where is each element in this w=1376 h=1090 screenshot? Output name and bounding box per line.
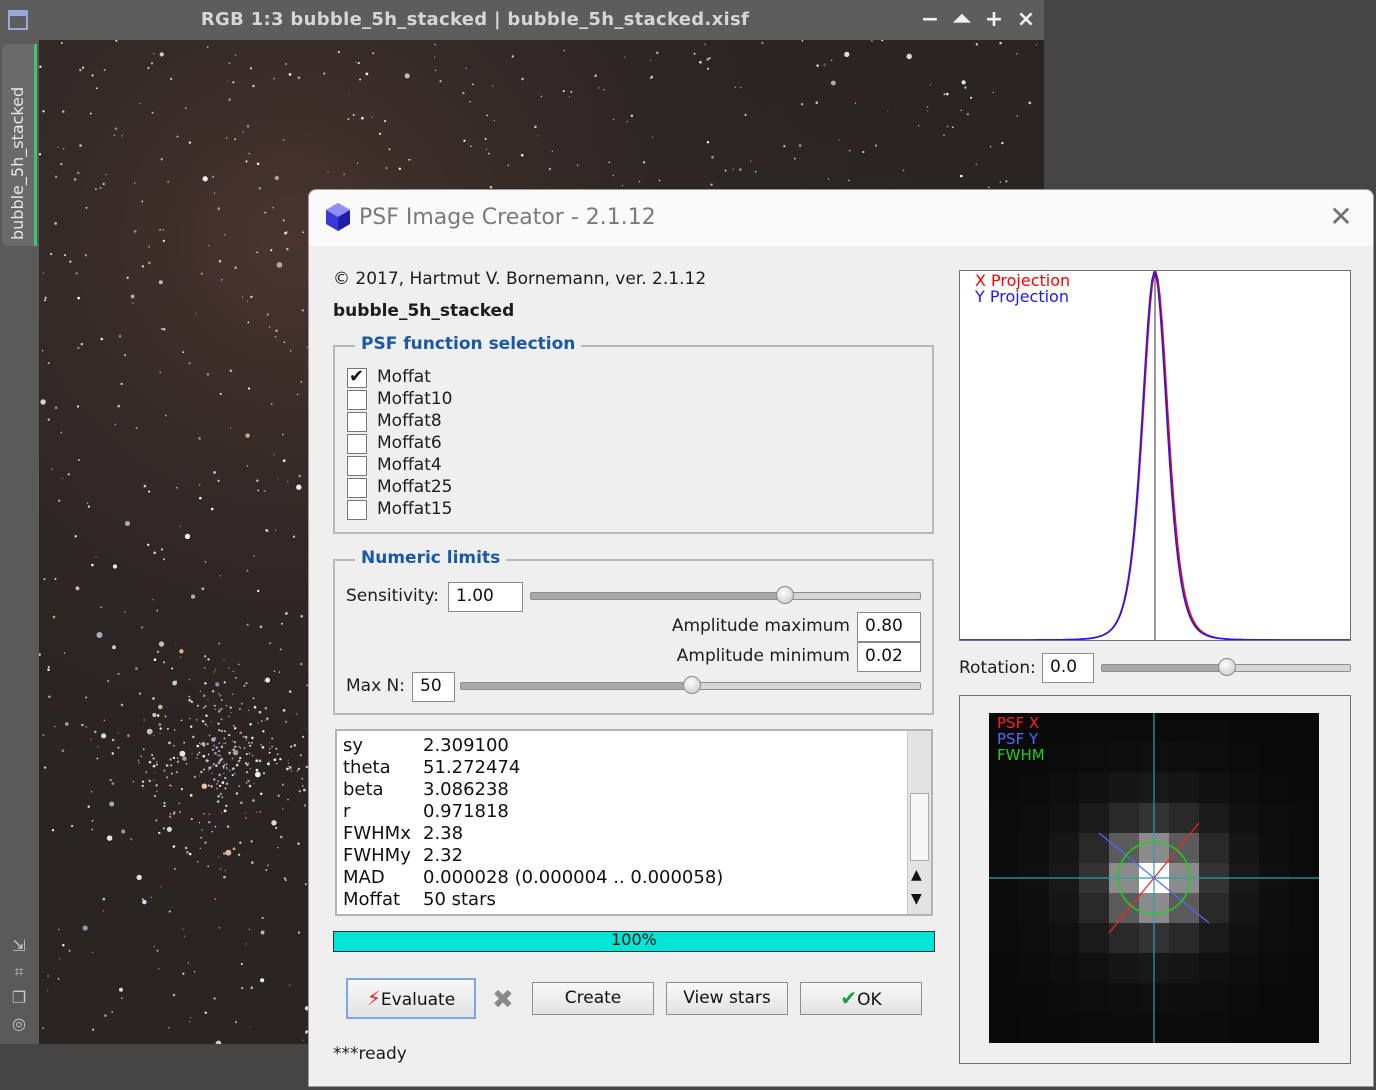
evaluate-button-label: Evaluate [380, 990, 456, 1010]
psf-option-label: Moffat15 [377, 499, 453, 519]
max-n-label: Max N: [346, 676, 405, 696]
psf-option-checkbox[interactable] [347, 500, 367, 520]
result-key: FWHMx [343, 823, 411, 844]
create-button[interactable]: Create [532, 982, 654, 1015]
progress-bar: 100% [333, 931, 935, 952]
results-scrollbar[interactable]: ▲ ▼ [907, 731, 931, 914]
psf-image-panel: PSF X PSF Y FWHM [959, 695, 1351, 1064]
max-n-slider-handle[interactable] [682, 676, 701, 694]
amplitude-maximum-field[interactable]: 0.80 [857, 612, 921, 642]
sensitivity-slider[interactable] [530, 586, 921, 604]
cross-icon[interactable]: ✖ [492, 985, 514, 1015]
psf-dialog: PSF Image Creator - 2.1.12 ✕ © 2017, Har… [308, 189, 1374, 1087]
psf-option-label: Moffat [377, 367, 431, 387]
maximize-icon[interactable]: + [982, 8, 1006, 32]
projection-plot: X Projection Y Projection [959, 270, 1351, 641]
minimize-icon[interactable]: − [918, 8, 942, 32]
rotation-field[interactable]: 0.0 [1042, 653, 1094, 683]
scroll-down-icon[interactable]: ▼ [911, 891, 922, 907]
ok-button-label: OK [857, 990, 882, 1010]
psf-option-label: Moffat8 [377, 411, 442, 431]
psf-option-label: Moffat10 [377, 389, 453, 409]
result-value: 50 stars [423, 889, 496, 910]
evaluate-button[interactable]: ⚡Evaluate [346, 978, 476, 1019]
dialog-titlebar[interactable]: PSF Image Creator - 2.1.12 ✕ [309, 190, 1373, 246]
close-icon[interactable]: ✕ [1326, 202, 1356, 232]
rotation-slider-fill [1102, 665, 1227, 671]
amplitude-minimum-field[interactable]: 0.02 [857, 642, 921, 672]
psf-image: PSF XPSF YFWHM [989, 713, 1319, 1043]
psf-option-checkbox[interactable] [347, 478, 367, 498]
lightning-icon: ⚡ [366, 986, 381, 1010]
psf-function-group-title: PSF function selection [355, 334, 582, 354]
psf-option-label: Moffat6 [377, 433, 442, 453]
resize-icon[interactable]: ⇲ [9, 936, 29, 956]
result-value: 3.086238 [423, 779, 509, 800]
image-name: bubble_5h_stacked [333, 301, 515, 321]
result-key: r [343, 801, 351, 822]
psf-option-checkbox[interactable] [347, 390, 367, 410]
close-window-icon[interactable]: × [1014, 8, 1038, 32]
view-stars-button[interactable]: View stars [666, 982, 788, 1015]
copyright-text: © 2017, Hartmut V. Bornemann, ver. 2.1.1… [333, 269, 707, 289]
result-value: 2.309100 [423, 735, 509, 756]
results-textbox[interactable]: sy 2.309100 theta 51.272474 beta 3.086238 r 0.9… [335, 729, 933, 916]
amplitude-minimum-label: Amplitude minimum [676, 646, 850, 666]
result-value: 0.000028 (0.000004 .. 0.000058) [423, 867, 724, 888]
progress-text: 100% [611, 930, 657, 949]
rotation-slider[interactable] [1101, 658, 1351, 676]
psf-option-checkbox[interactable] [347, 412, 367, 432]
rotation-label: Rotation: [959, 658, 1036, 678]
shade-icon[interactable]: ⏶ [950, 8, 974, 32]
cube-icon [326, 203, 350, 231]
sensitivity-field[interactable]: 1.00 [448, 582, 523, 612]
result-key: FWHMy [343, 845, 411, 866]
target-icon[interactable]: ◎ [9, 1014, 29, 1034]
status-text: ***ready [333, 1044, 407, 1064]
sensitivity-slider-fill [531, 593, 786, 599]
psf-option-checkbox[interactable] [347, 456, 367, 476]
image-window-titlebar[interactable]: RGB 1:3 bubble_5h_stacked | bubble_5h_st… [0, 0, 1044, 40]
psf-option-label: Moffat4 [377, 455, 442, 475]
result-value: 2.38 [423, 823, 464, 844]
image-window-title: RGB 1:3 bubble_5h_stacked | bubble_5h_st… [200, 9, 750, 30]
result-value: 51.272474 [423, 757, 521, 778]
result-key: MAD [343, 867, 385, 888]
max-n-field[interactable]: 50 [412, 672, 455, 702]
result-value: 0.971818 [423, 801, 509, 822]
psf-option-checkbox[interactable] [347, 366, 367, 388]
psf-function-group: PSF function selection MoffatMoffat10Mof… [333, 334, 934, 534]
fwhm-legend: FWHM [997, 746, 1045, 764]
scroll-up-icon[interactable]: ▲ [911, 867, 922, 883]
fit-icon[interactable]: ⌗ [9, 962, 29, 982]
check-icon: ✔ [840, 986, 858, 1010]
result-key: Moffat [343, 889, 401, 910]
max-n-slider[interactable] [460, 676, 921, 694]
psf-option-label: Moffat25 [377, 477, 453, 497]
image-side-tab-label: bubble_5h_stacked [8, 86, 27, 240]
numeric-limits-group-title: Numeric limits [355, 548, 507, 568]
result-value: 2.32 [423, 845, 464, 866]
numeric-limits-group: Numeric limits Sensitivity: 1.00 Amplitu… [333, 548, 934, 715]
y-projection-label: Y Projection [974, 287, 1069, 306]
projection-chart: X Projection Y Projection [960, 270, 1350, 641]
max-n-slider-fill [461, 683, 692, 689]
ok-button[interactable]: ✔OK [800, 982, 922, 1015]
result-key: sy [343, 735, 364, 756]
dialog-title: PSF Image Creator - 2.1.12 [359, 205, 656, 230]
psf-option-checkbox[interactable] [347, 434, 367, 454]
sensitivity-slider-handle[interactable] [776, 586, 795, 604]
amplitude-maximum-label: Amplitude maximum [671, 616, 850, 636]
image-side-tab[interactable]: bubble_5h_stacked [2, 44, 37, 246]
result-key: theta [343, 757, 391, 778]
rotation-slider-handle[interactable] [1218, 658, 1236, 676]
sensitivity-label: Sensitivity: [346, 586, 439, 606]
result-key: beta [343, 779, 384, 800]
scrollbar-thumb[interactable] [910, 793, 929, 861]
clone-icon[interactable]: ❐ [9, 988, 29, 1008]
